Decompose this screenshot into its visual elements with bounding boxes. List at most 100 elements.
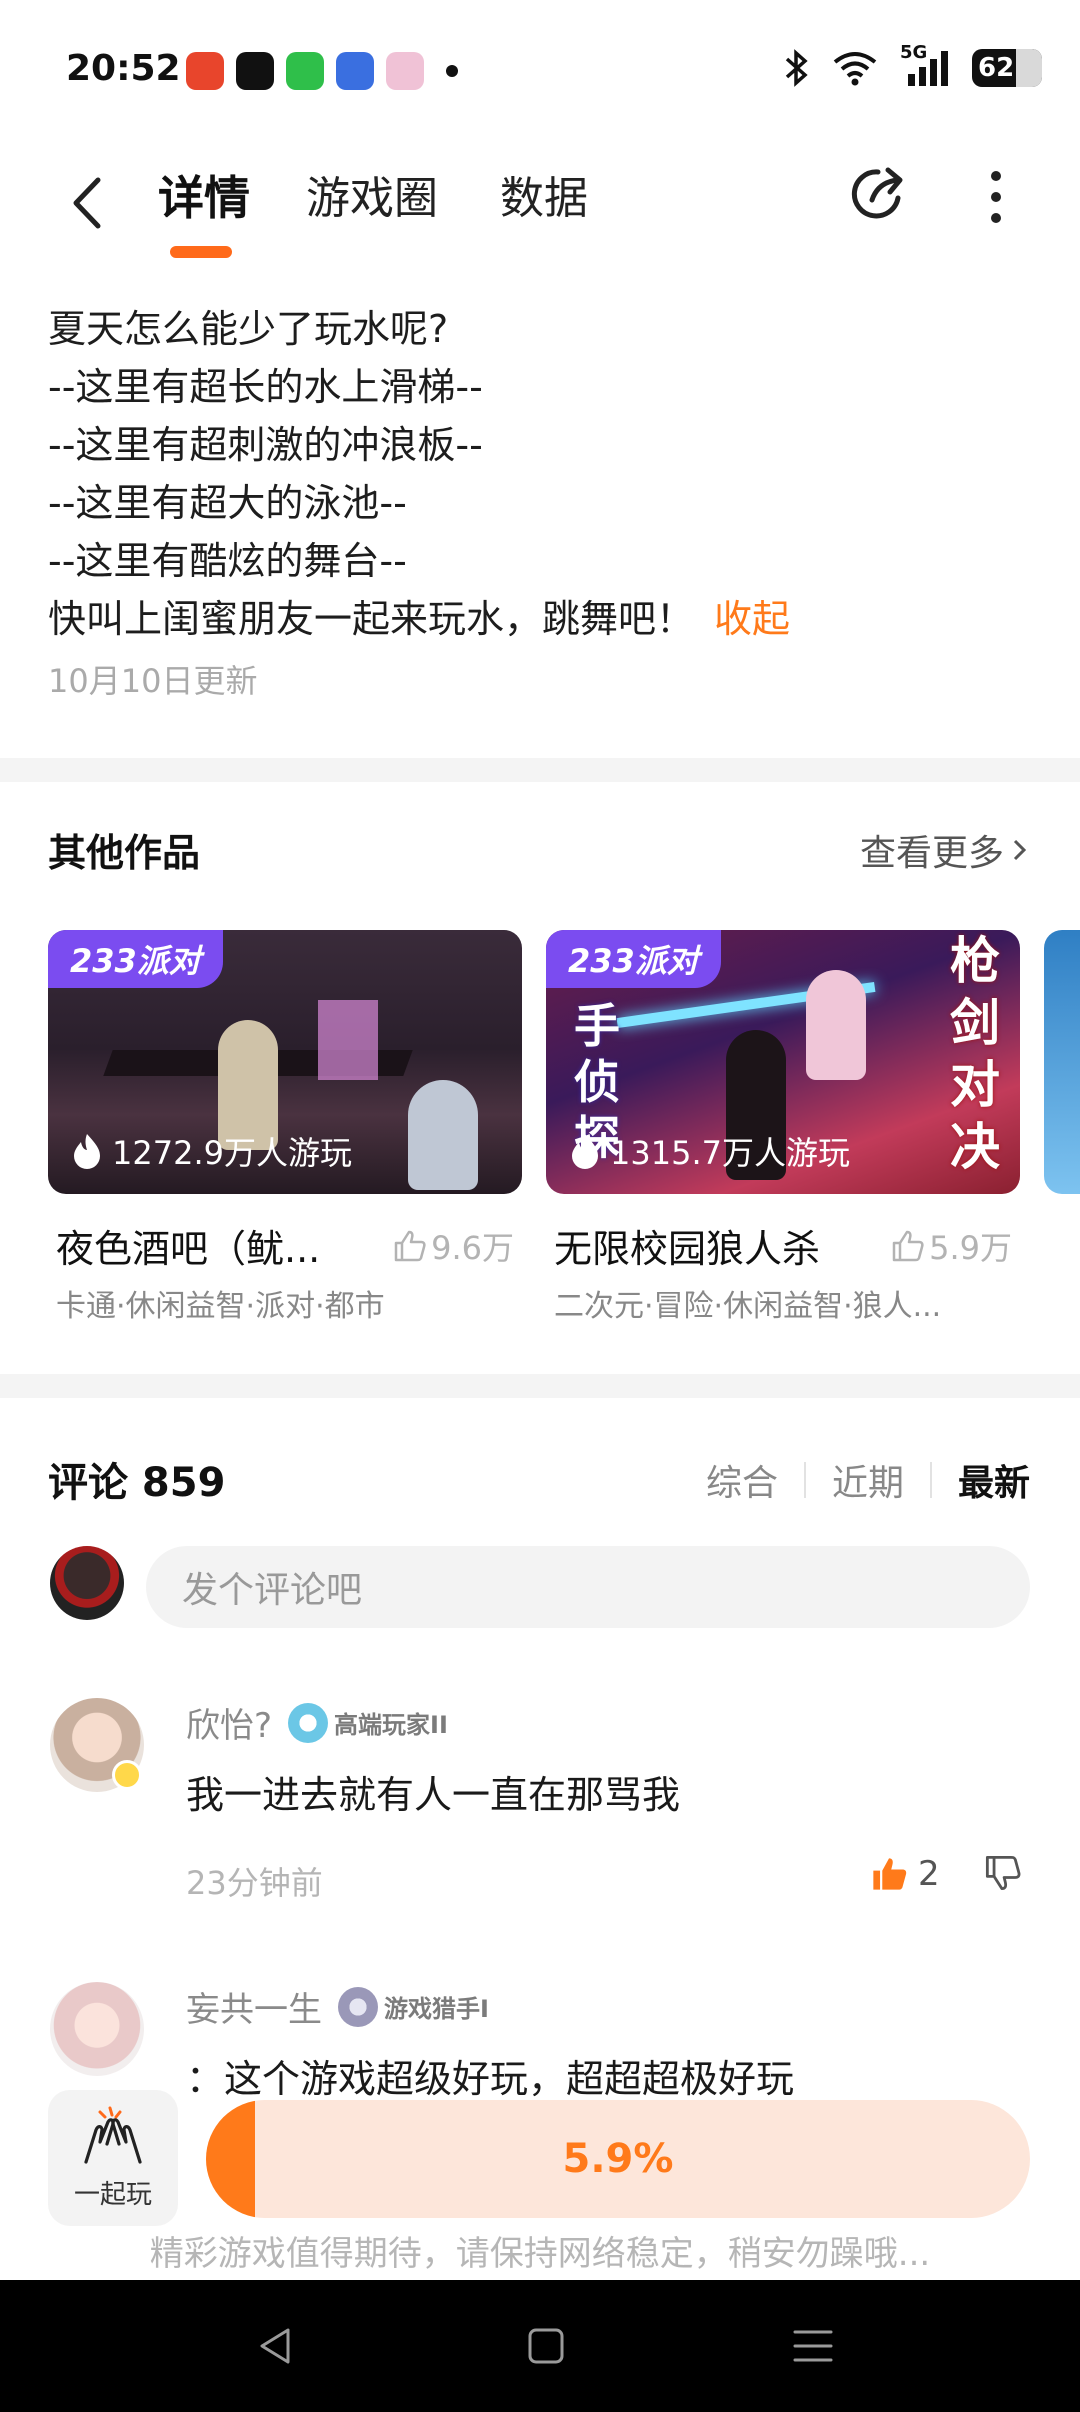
- level-badge-text: 游戏猎手I: [384, 1995, 489, 2023]
- app-notification-icon: [386, 52, 424, 90]
- battery-indicator: 62: [972, 49, 1042, 87]
- play-count-text: 1315.7万人游玩: [610, 1134, 850, 1172]
- game-card[interactable]: 233派对 1272.9万人游玩 夜色酒吧（鱿... 9.6万 卡通·休闲益智·…: [48, 930, 522, 1325]
- overlay-text-right: 枪剑对决: [950, 932, 1000, 1176]
- description-line-last: 快叫上闺蜜朋友一起来玩水，跳舞吧！ 收起: [48, 590, 1048, 648]
- description-text: 快叫上闺蜜朋友一起来玩水，跳舞吧！: [48, 597, 695, 641]
- comment-text: 我一进去就有人一直在那骂我: [186, 1773, 681, 1817]
- sort-tab-overall[interactable]: 综合: [680, 1454, 804, 1506]
- nav-back-icon[interactable]: [256, 2326, 296, 2366]
- fire-icon: [74, 1134, 100, 1169]
- level-badge-icon: [288, 1702, 329, 1743]
- progress-percent: 5.9%: [562, 2136, 674, 2182]
- comment-like-count: 2: [918, 1854, 940, 1894]
- tab-data[interactable]: 数据: [500, 162, 588, 226]
- character-decor: [806, 970, 866, 1080]
- game-card-partial[interactable]: [1044, 930, 1080, 1194]
- my-avatar: [50, 1546, 124, 1620]
- section-divider: [0, 1374, 1080, 1398]
- chevron-right-icon: [1013, 839, 1027, 861]
- signal-icon: 5G: [900, 42, 950, 88]
- game-thumbnail: 233派对 1272.9万人游玩: [48, 930, 522, 1194]
- notification-icons: [186, 52, 458, 90]
- sort-tab-newest[interactable]: 最新: [932, 1454, 1030, 1506]
- description-line: --这里有超大的泳池--: [48, 481, 407, 525]
- high-five-icon: [84, 2106, 142, 2164]
- play-together-label: 一起玩: [73, 2179, 152, 2210]
- play-count: 1315.7万人游玩: [570, 1128, 850, 1174]
- game-tags: 二次元·冒险·休闲益智·狼人...: [554, 1289, 942, 1324]
- app-notification-icon: [186, 52, 224, 90]
- game-name: 无限校园狼人杀: [554, 1227, 821, 1271]
- section-divider: [0, 758, 1080, 782]
- status-right: 5G 62: [784, 42, 1042, 88]
- download-progress-bar[interactable]: 5.9%: [206, 2100, 1030, 2218]
- party-233-badge: 233派对: [546, 930, 721, 988]
- game-name-row: 夜色酒吧（鱿... 9.6万: [48, 1218, 522, 1273]
- user-avatar[interactable]: [50, 1982, 144, 2076]
- level-badge-icon: [338, 1986, 378, 2027]
- play-count: 1272.9万人游玩: [72, 1128, 352, 1174]
- comment-username[interactable]: 欣怡?: [186, 1698, 272, 1747]
- game-like-count: 5.9万: [891, 1223, 1012, 1269]
- tab-detail[interactable]: 详情: [158, 162, 250, 228]
- thumb-up-filled-icon: [873, 1858, 907, 1890]
- nav-home-icon[interactable]: [526, 2326, 566, 2366]
- update-date: 10月10日更新: [48, 662, 258, 700]
- comment-user-row: 妄共一生 游戏猎手I: [186, 1982, 489, 2031]
- share-icon[interactable]: [842, 158, 914, 230]
- see-more-label: 查看更多: [859, 833, 1004, 874]
- game-name: 夜色酒吧（鱿...: [56, 1227, 321, 1271]
- thumb-up-outline-icon: [394, 1230, 426, 1261]
- thumb-up-outline-icon: [892, 1230, 924, 1261]
- comment-sort-tabs: 综合 近期 最新: [680, 1454, 1030, 1506]
- party-233-badge: 233派对: [48, 930, 223, 988]
- comment-like-button[interactable]: 2: [870, 1854, 940, 1894]
- comment-username[interactable]: 妄共一生: [186, 1982, 322, 2031]
- nav-recent-apps-icon[interactable]: [792, 2326, 834, 2366]
- comment-text: ：这个游戏超级好玩，超超超极好玩: [186, 2057, 795, 2101]
- more-vertical-icon[interactable]: [976, 162, 1016, 232]
- description-line: --这里有超长的水上滑梯--: [48, 365, 483, 409]
- game-name-row: 无限校园狼人杀 5.9万: [546, 1218, 1020, 1273]
- sort-tab-recent[interactable]: 近期: [806, 1454, 930, 1506]
- description-line: --这里有酷炫的舞台--: [48, 539, 407, 583]
- loading-tip: 精彩游戏值得期待，请保持网络稳定，稍安勿躁哦...: [149, 2234, 931, 2274]
- avatar-badge: [112, 1760, 142, 1790]
- fire-icon: [572, 1134, 598, 1169]
- status-time: 20:52: [66, 48, 181, 89]
- user-level-badge: 游戏猎手I: [338, 1986, 489, 2027]
- collapse-link[interactable]: 收起: [714, 597, 790, 641]
- active-tab-indicator: [170, 246, 232, 258]
- level-badge-text: 高端玩家II: [334, 1711, 448, 1739]
- comment-input[interactable]: 发个评论吧: [146, 1546, 1030, 1628]
- description-line: --这里有超刺激的冲浪板--: [48, 423, 483, 467]
- game-tags: 卡通·休闲益智·派对·都市: [56, 1289, 385, 1324]
- comment-time: 23分钟前: [186, 1864, 323, 1902]
- back-icon[interactable]: [58, 168, 118, 238]
- system-nav-bar: [0, 2280, 1080, 2412]
- baidu-icon: [336, 52, 374, 90]
- stage-light-decor: [318, 1000, 378, 1080]
- see-more-link[interactable]: 查看更多: [860, 824, 1030, 876]
- game-description: 夏天怎么能少了玩水呢? --这里有超长的水上滑梯-- --这里有超刺激的冲浪板-…: [48, 300, 1048, 702]
- security-shield-icon: [286, 52, 324, 90]
- battery-level: 62: [978, 53, 1015, 83]
- play-together-button[interactable]: 一起玩: [48, 2090, 178, 2226]
- douyin-icon: [236, 52, 274, 90]
- bluetooth-icon: [785, 49, 808, 87]
- like-count-text: 9.6万: [431, 1228, 514, 1267]
- game-like-count: 9.6万: [393, 1223, 514, 1269]
- thumb-down-icon[interactable]: [984, 1854, 1022, 1892]
- description-line: 夏天怎么能少了玩水呢?: [48, 307, 449, 351]
- status-bar: 20:52 5G 62: [0, 0, 1080, 140]
- game-thumbnail: 手侦探 枪剑对决 233派对 1315.7万人游玩: [546, 930, 1020, 1194]
- comment-user-row: 欣怡? 高端玩家II: [186, 1698, 448, 1747]
- game-card[interactable]: 手侦探 枪剑对决 233派对 1315.7万人游玩 无限校园狼人杀 5.9万 二…: [546, 930, 1020, 1325]
- top-nav: 详情 游戏圈 数据: [0, 140, 1080, 280]
- wifi-icon: [833, 52, 877, 86]
- comments-title: 评论 859: [48, 1460, 226, 1506]
- tab-game-circle[interactable]: 游戏圈: [306, 162, 438, 226]
- user-level-badge: 高端玩家II: [288, 1702, 448, 1743]
- character-decor: [408, 1080, 478, 1190]
